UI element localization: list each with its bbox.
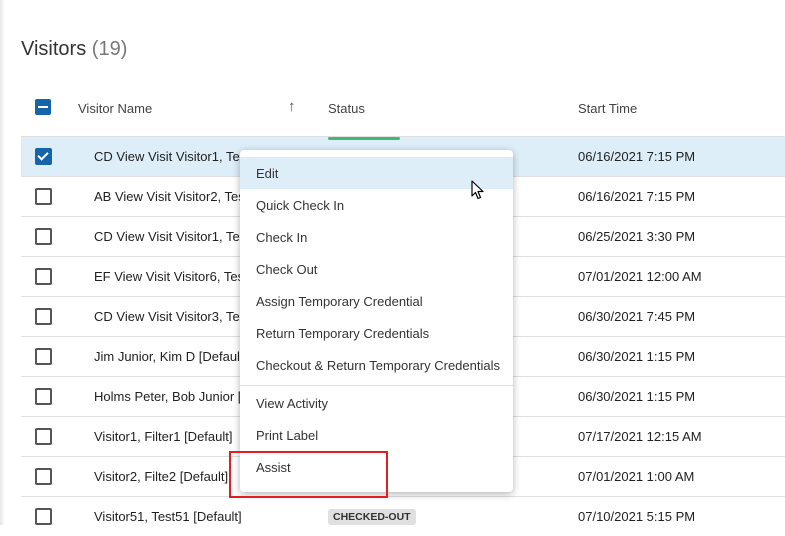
menu-item-view-activity[interactable]: View Activity	[240, 387, 513, 419]
select-all-checkbox[interactable]	[35, 99, 51, 115]
arrow-up-icon[interactable]: ↑	[288, 98, 296, 115]
menu-item-check-out[interactable]: Check Out	[240, 253, 513, 285]
visitor-name[interactable]: Visitor2, Filte2 [Default]	[94, 469, 249, 484]
start-time: 06/16/2021 7:15 PM	[578, 189, 696, 204]
table-header: Visitor Name ↑ Status Start Time	[21, 93, 785, 123]
row-checkbox[interactable]	[35, 348, 52, 365]
status-badge: CHECKED-OUT	[328, 509, 416, 525]
start-time: 06/30/2021 1:15 PM	[578, 389, 696, 404]
row-checkbox[interactable]	[35, 508, 52, 525]
row-checkbox[interactable]	[35, 388, 52, 405]
visitor-name[interactable]: CD View Visit Visitor3, Test3	[94, 309, 249, 324]
menu-divider	[240, 385, 513, 386]
column-header-start-time[interactable]: Start Time	[578, 101, 637, 116]
start-time: 06/30/2021 7:45 PM	[578, 309, 696, 324]
row-checkbox[interactable]	[35, 188, 52, 205]
row-checkbox[interactable]	[35, 428, 52, 445]
visitor-name[interactable]: AB View Visit Visitor2, Test2	[94, 189, 249, 204]
row-checkbox[interactable]	[35, 308, 52, 325]
row-context-menu: Edit Quick Check In Check In Check Out A…	[240, 150, 513, 492]
visitor-name[interactable]: CD View Visit Visitor1, Test1	[94, 149, 249, 164]
visitor-name[interactable]: Jim Junior, Kim D [Default]	[94, 349, 249, 364]
row-checkbox[interactable]	[35, 468, 52, 485]
page-title: Visitors (19)	[21, 38, 127, 61]
visitor-name[interactable]: EF View Visit Visitor6, Test6	[94, 269, 249, 284]
menu-item-assign-temporary-credential[interactable]: Assign Temporary Credential	[240, 285, 513, 317]
visitor-name[interactable]: Visitor1, Filter1 [Default]	[94, 429, 249, 444]
start-time: 06/30/2021 1:15 PM	[578, 349, 696, 364]
menu-item-print-label[interactable]: Print Label	[240, 419, 513, 451]
mouse-pointer-icon	[471, 180, 484, 200]
visitor-name[interactable]: CD View Visit Visitor1, Test1	[94, 229, 249, 244]
menu-item-check-in[interactable]: Check In	[240, 221, 513, 253]
page-title-text: Visitors	[21, 38, 87, 60]
row-checkbox[interactable]	[35, 148, 52, 165]
column-header-status[interactable]: Status	[328, 101, 365, 116]
row-checkbox[interactable]	[35, 268, 52, 285]
menu-item-checkout-return-credentials[interactable]: Checkout & Return Temporary Credentials	[240, 349, 513, 381]
start-time: 07/17/2021 12:15 AM	[578, 429, 702, 444]
menu-item-return-temporary-credentials[interactable]: Return Temporary Credentials	[240, 317, 513, 349]
left-panel-edge	[0, 0, 5, 525]
annotation-highlight-box	[229, 451, 388, 498]
start-time: 07/10/2021 5:15 PM	[578, 509, 696, 524]
visitor-name[interactable]: Holms Peter, Bob Junior [Default]	[94, 389, 249, 404]
start-time: 07/01/2021 12:00 AM	[578, 269, 702, 284]
start-time: 06/25/2021 3:30 PM	[578, 229, 696, 244]
visitor-name[interactable]: Visitor51, Test51 [Default]	[94, 509, 249, 524]
row-checkbox[interactable]	[35, 228, 52, 245]
status-indicator	[328, 137, 400, 140]
start-time: 07/01/2021 1:00 AM	[578, 469, 695, 484]
table-row[interactable]: Visitor51, Test51 [Default] CHECKED-OUT …	[21, 496, 785, 536]
visitor-count: (19)	[91, 38, 128, 60]
column-header-visitor-name[interactable]: Visitor Name	[78, 101, 152, 116]
start-time: 06/16/2021 7:15 PM	[578, 149, 696, 164]
